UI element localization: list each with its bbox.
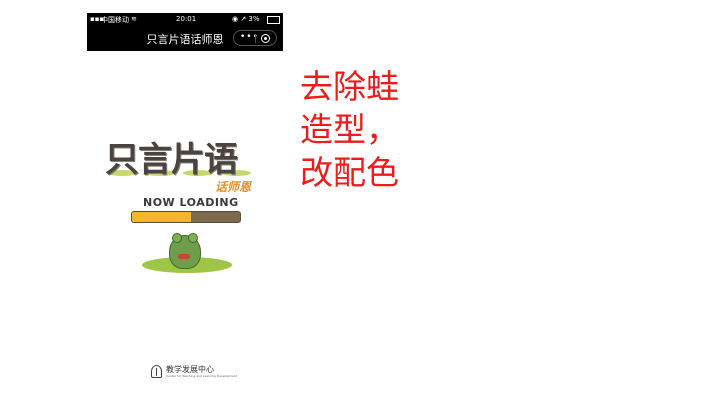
annotation-line: 去除蛙 (300, 67, 399, 106)
annotation-text: 去除蛙 造型， 改配色 (300, 65, 460, 194)
battery-icon (267, 16, 280, 24)
nav-bar: 只言片语话师恩 ••• (87, 26, 283, 51)
logo-subtitle: 话师恩 (215, 180, 252, 194)
org-emblem-icon (151, 365, 162, 378)
frog-icon (169, 233, 201, 269)
org-subtitle: Center for Teaching and Learning Develop… (166, 374, 238, 378)
loading-progress-bar (131, 211, 241, 223)
frog-eye (172, 233, 182, 243)
annotation-line: 改配色 (300, 153, 399, 192)
wifi-icon: ≋ (131, 15, 137, 23)
logo-title: 只言片语 (105, 140, 238, 180)
more-dots-icon[interactable]: ••• (240, 33, 259, 42)
status-time: 20:01 (176, 15, 197, 23)
loading-label: NOW LOADING (143, 196, 239, 209)
mini-program-capsule[interactable]: ••• (233, 30, 277, 46)
phone-screen: ▪▪▪ 中国移动 ≋ 20:01 ◉ ↗ 3% 只言片语话师恩 ••• 只言片语… (87, 0, 283, 405)
target-circle-icon[interactable] (261, 34, 270, 43)
progress-fill (132, 212, 192, 222)
status-bar: ▪▪▪ 中国移动 ≋ 20:01 ◉ ↗ 3% (87, 13, 283, 26)
annotation-line: 造型， (300, 110, 399, 149)
carrier-name: 中国移动 (101, 16, 129, 24)
frog-scarf (178, 254, 190, 259)
capsule-divider (255, 34, 256, 43)
game-logo: 只言片语 话师恩 (105, 132, 265, 197)
frog-mascot (142, 232, 232, 274)
status-indicators: ◉ ↗ 3% (232, 15, 260, 23)
frog-eye (188, 233, 198, 243)
